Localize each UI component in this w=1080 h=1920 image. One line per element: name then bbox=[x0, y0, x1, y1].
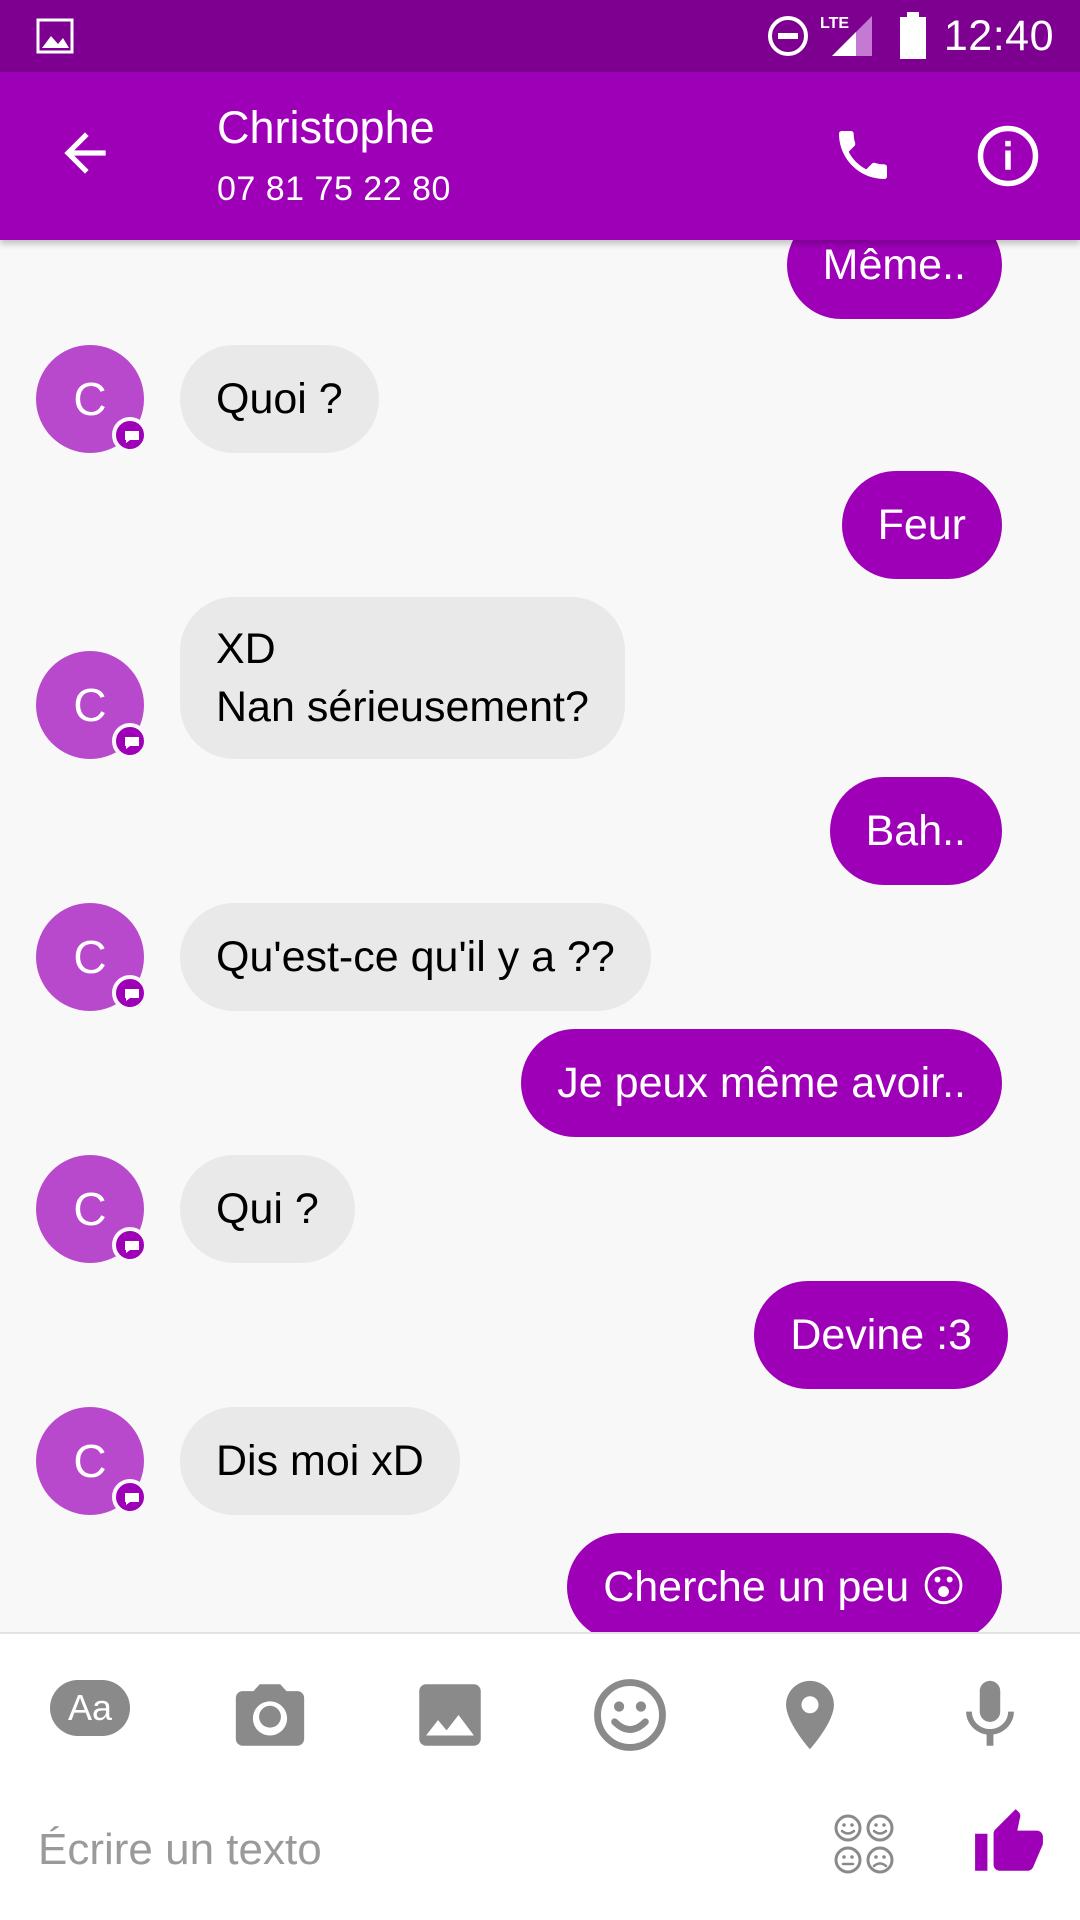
outgoing-message[interactable]: Feur bbox=[841, 471, 1002, 579]
message-text: Cherche un peu bbox=[603, 1563, 910, 1611]
outgoing-message[interactable]: Devine :3 bbox=[754, 1281, 1008, 1389]
avatar-letter: C bbox=[73, 1183, 107, 1235]
message-text: Qu'est-ce qu'il y a ?? bbox=[216, 933, 615, 981]
incoming-message[interactable]: Qu'est-ce qu'il y a ?? bbox=[180, 903, 651, 1011]
avatar[interactable]: C bbox=[36, 651, 148, 759]
avatar[interactable]: C bbox=[36, 1407, 148, 1515]
status-bar: LTE 12:40 bbox=[0, 0, 1080, 72]
avatar[interactable]: C bbox=[36, 903, 148, 1011]
messenger-badge-icon bbox=[112, 975, 148, 1011]
message-text: Devine :3 bbox=[790, 1311, 972, 1359]
contact-name[interactable]: Christophe bbox=[217, 102, 435, 154]
avatar-letter: C bbox=[73, 1435, 107, 1487]
message-text: Je peux même avoir.. bbox=[557, 1059, 966, 1107]
incoming-message[interactable]: XD Nan sérieusement? bbox=[180, 597, 625, 759]
location-icon[interactable] bbox=[769, 1674, 851, 1756]
messenger-badge-icon bbox=[112, 1479, 148, 1515]
network-label: LTE bbox=[820, 15, 849, 32]
emoji-icon[interactable] bbox=[589, 1674, 671, 1756]
text-format-label: Aa bbox=[67, 1687, 113, 1728]
message-text-line: XD bbox=[216, 625, 276, 673]
microphone-icon[interactable] bbox=[949, 1674, 1031, 1756]
incoming-message[interactable]: Qui ? bbox=[180, 1155, 355, 1263]
message-text: Même.. bbox=[822, 241, 966, 289]
conversation-header: Christophe 07 81 75 22 80 bbox=[0, 72, 1080, 240]
message-input[interactable] bbox=[36, 1814, 780, 1886]
camera-icon[interactable] bbox=[229, 1674, 311, 1756]
contact-phone: 07 81 75 22 80 bbox=[217, 170, 451, 208]
avatar[interactable]: C bbox=[36, 1155, 148, 1263]
battery-icon bbox=[900, 12, 926, 59]
message-text: Dis moi xD bbox=[216, 1437, 424, 1485]
message-text: Feur bbox=[877, 501, 966, 549]
stickers-icon[interactable] bbox=[832, 1812, 896, 1876]
image-notification-icon bbox=[36, 18, 74, 54]
back-arrow-icon[interactable] bbox=[54, 122, 116, 184]
messenger-badge-icon bbox=[112, 723, 148, 759]
avatar-letter: C bbox=[73, 679, 107, 731]
outgoing-message[interactable]: Même.. bbox=[786, 240, 1002, 319]
message-text: Bah.. bbox=[865, 807, 966, 855]
thumbs-up-icon[interactable] bbox=[972, 1806, 1046, 1880]
info-icon[interactable] bbox=[975, 123, 1041, 189]
message-text: Qui ? bbox=[216, 1185, 319, 1233]
outgoing-message[interactable]: Bah.. bbox=[829, 777, 1002, 885]
clock: 12:40 bbox=[943, 12, 1054, 60]
avatar[interactable]: C bbox=[36, 345, 148, 453]
messenger-badge-icon bbox=[112, 1227, 148, 1263]
text-format-button[interactable]: Aa bbox=[50, 1680, 130, 1736]
do-not-disturb-icon bbox=[768, 16, 808, 56]
outgoing-message[interactable]: Cherche un peu 😮 bbox=[567, 1533, 1002, 1632]
avatar-letter: C bbox=[73, 931, 107, 983]
image-icon[interactable] bbox=[409, 1674, 491, 1756]
incoming-message[interactable]: Quoi ? bbox=[180, 345, 379, 453]
message-list[interactable]: Même.. C Quoi ? Feur C XD Nan sérieuseme… bbox=[0, 240, 1080, 1632]
signal-lte-icon: LTE bbox=[820, 15, 872, 56]
message-text-line: Nan sérieusement? bbox=[216, 683, 589, 731]
avatar-letter: C bbox=[73, 373, 107, 425]
phone-call-icon[interactable] bbox=[831, 123, 895, 187]
messenger-badge-icon bbox=[112, 417, 148, 453]
surprised-emoji: 😮 bbox=[921, 1563, 966, 1611]
incoming-message[interactable]: Dis moi xD bbox=[180, 1407, 460, 1515]
message-text: Quoi ? bbox=[216, 375, 343, 423]
outgoing-message[interactable]: Je peux même avoir.. bbox=[521, 1029, 1002, 1137]
composer: Aa bbox=[0, 1632, 1080, 1920]
